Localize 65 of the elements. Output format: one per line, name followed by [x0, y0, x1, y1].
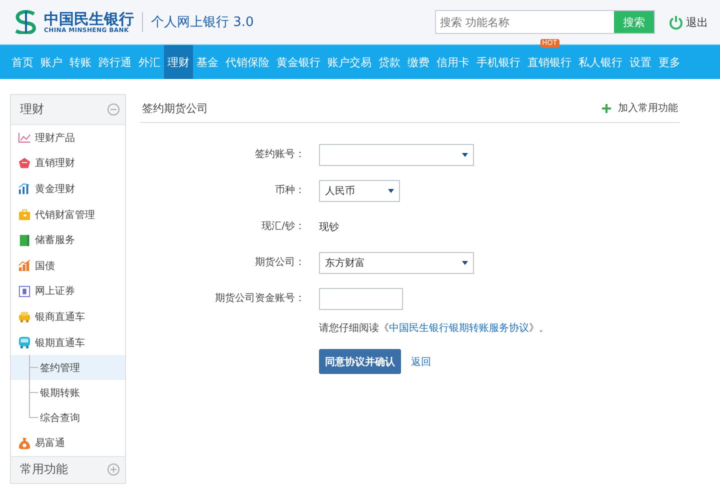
sidebar-subitem[interactable]: 综合查询	[11, 405, 125, 430]
line-chart-icon	[18, 131, 31, 144]
gem-icon	[18, 156, 31, 170]
money-bag-icon	[18, 436, 31, 450]
nav-tab[interactable]: 跨行通	[95, 45, 135, 79]
sidebar-item[interactable]: 网上证券	[11, 278, 125, 304]
add-favorite-link[interactable]: 加入常用功能	[602, 101, 678, 115]
input-field[interactable]	[319, 288, 403, 310]
bus-icon	[18, 336, 31, 350]
sidebar-item[interactable]: 黄金理财	[11, 176, 125, 202]
briefcase-icon	[18, 208, 31, 222]
field-label: 现汇/钞：	[260, 220, 305, 234]
sidebar-item[interactable]: 银期直通车	[11, 330, 125, 356]
nav-tab[interactable]: 首页	[8, 45, 37, 79]
power-icon	[669, 14, 683, 30]
nav-tab[interactable]: 设置	[626, 45, 655, 79]
field-label: 签约账号：	[254, 148, 305, 162]
sidebar-item[interactable]: 代销财富管理	[11, 202, 125, 228]
dropdown[interactable]: 东方财富	[319, 252, 474, 274]
nav-tab[interactable]: 外汇	[135, 45, 164, 79]
nav-tab[interactable]: 缴费	[404, 45, 433, 79]
rising-bars-icon	[18, 259, 31, 272]
nav-tab[interactable]: 贷款	[375, 45, 404, 79]
sidebar-section-title[interactable]: 理财	[20, 101, 44, 118]
dropdown[interactable]	[319, 144, 474, 166]
nav-tab[interactable]: 账户	[37, 45, 66, 79]
nav-tab[interactable]: 基金	[193, 45, 222, 79]
agreement-notice: 请您仔细阅读《中国民生银行银期转账服务协议》。	[319, 322, 550, 336]
sidebar-subitem[interactable]: 签约管理	[11, 355, 125, 380]
sidebar-item[interactable]: 储蓄服务	[11, 227, 125, 253]
field-label: 币种：	[274, 184, 305, 198]
car-icon	[18, 310, 31, 324]
field-label: 期货公司：	[254, 256, 305, 270]
logout-link[interactable]: 退出	[686, 14, 708, 30]
sidebar-item[interactable]: 国债	[11, 252, 125, 279]
nav-tab[interactable]: 代销保险	[222, 45, 273, 79]
nav-tab[interactable]: 账户交易	[324, 45, 375, 79]
book-icon	[18, 234, 31, 247]
sidebar-subitem[interactable]: 银期转账	[11, 380, 125, 406]
page-title: 签约期货公司	[142, 100, 208, 116]
collapse-icon[interactable]	[107, 103, 120, 116]
product-title: 个人网上银行 3.0	[151, 14, 254, 31]
sidebar-item[interactable]: 易富通	[11, 430, 125, 456]
nav-tab[interactable]: 手机银行	[473, 45, 524, 79]
bank-name: 中国民生银行	[44, 10, 134, 26]
sidebar-item[interactable]: 银商直通车	[11, 304, 125, 330]
sidebar-item[interactable]: 直销理财	[11, 150, 125, 176]
agreement-link[interactable]: 中国民生银行银期转账服务协议	[389, 323, 529, 334]
nav-tab[interactable]: 信用卡	[433, 45, 473, 79]
field-value: 现钞	[319, 222, 339, 233]
field-label: 期货公司资金账号：	[214, 292, 305, 306]
bars-icon	[18, 182, 31, 196]
confirm-button[interactable]: 同意协议并确认	[319, 349, 401, 374]
expand-icon[interactable]	[107, 463, 120, 476]
sidebar-item[interactable]: 理财产品	[11, 125, 125, 151]
nav-tab[interactable]: 直销银行	[524, 45, 575, 79]
nav-tab[interactable]: 理财	[164, 45, 193, 79]
dropdown[interactable]: 人民币	[319, 180, 400, 202]
nav-tab[interactable]: 转账	[66, 45, 95, 79]
screen-icon	[18, 284, 31, 298]
plus-icon	[602, 104, 611, 112]
back-link[interactable]: 返回	[411, 354, 431, 368]
nav-tab[interactable]: 更多	[655, 45, 684, 79]
nav-tab[interactable]: 黄金银行	[273, 45, 324, 79]
nav-tab[interactable]: 私人银行	[575, 45, 626, 79]
